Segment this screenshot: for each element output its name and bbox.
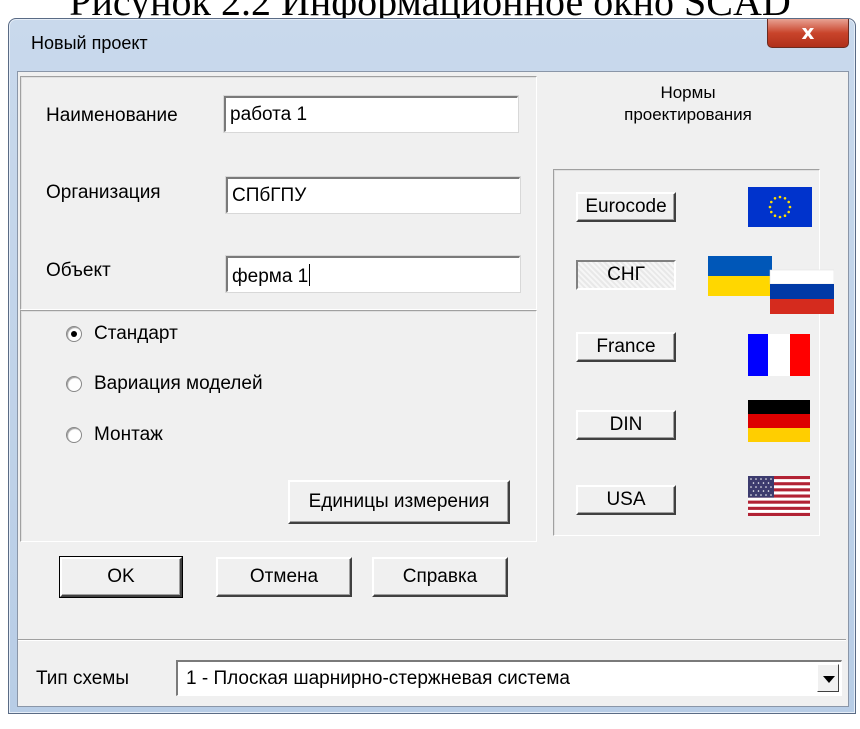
france-flag-icon xyxy=(748,334,810,376)
radio-checked-icon xyxy=(66,326,82,342)
mode-label-variation: Вариация моделей xyxy=(94,373,263,394)
name-input[interactable]: работа 1 xyxy=(223,95,519,133)
dialog-title: Новый проект xyxy=(31,33,148,53)
eu-flag-icon xyxy=(748,187,812,227)
mode-label-standard: Стандарт xyxy=(94,323,178,344)
usa-flag-icon xyxy=(748,476,810,516)
norm-button-din[interactable]: DIN xyxy=(576,410,676,440)
object-label: Объект xyxy=(46,260,111,281)
scheme-type-value: 1 - Плоская шарнирно-стержневая система xyxy=(186,668,570,689)
radio-unchecked-icon xyxy=(66,427,82,443)
object-input-value: ферма 1 xyxy=(232,266,309,287)
help-button[interactable]: Справка xyxy=(372,557,508,597)
dialog-client-area: Наименование работа 1 Организация СПбГПУ… xyxy=(17,71,849,707)
ok-button[interactable]: OK xyxy=(59,556,183,598)
organization-label: Организация xyxy=(46,182,161,203)
norm-button-cis[interactable]: СНГ xyxy=(576,260,676,290)
chevron-down-icon[interactable] xyxy=(817,664,839,692)
new-project-dialog: Новый проект x Наименование работа 1 Орг… xyxy=(8,18,856,714)
mode-radio-assembly[interactable]: Монтаж xyxy=(66,424,163,446)
object-input[interactable]: ферма 1 xyxy=(225,255,521,293)
norm-button-france[interactable]: France xyxy=(576,332,676,362)
name-label: Наименование xyxy=(46,105,178,126)
units-button[interactable]: Единицы измерения xyxy=(288,480,510,524)
scheme-type-select[interactable]: 1 - Плоская шарнирно-стержневая система xyxy=(176,660,842,696)
scheme-type-label: Тип схемы xyxy=(36,668,130,689)
norms-title: Нормы проектирования xyxy=(598,82,778,126)
mode-radio-standard[interactable]: Стандарт xyxy=(66,323,178,345)
title-bar[interactable]: Новый проект x xyxy=(9,19,855,69)
close-button[interactable]: x xyxy=(767,19,849,48)
norm-button-usa[interactable]: USA xyxy=(576,485,676,515)
mode-label-assembly: Монтаж xyxy=(94,424,163,445)
separator xyxy=(18,639,846,641)
radio-unchecked-icon xyxy=(66,376,82,392)
cancel-button[interactable]: Отмена xyxy=(216,557,352,597)
mode-radio-variation[interactable]: Вариация моделей xyxy=(66,373,263,395)
germany-flag-icon xyxy=(748,400,810,442)
text-cursor xyxy=(309,264,311,286)
norms-title-line2: проектирования xyxy=(624,105,752,124)
norm-button-eurocode[interactable]: Eurocode xyxy=(576,192,676,222)
norms-title-line1: Нормы xyxy=(660,83,716,102)
organization-input[interactable]: СПбГПУ xyxy=(225,176,521,214)
ukraine-russia-flags-icon xyxy=(708,256,834,314)
